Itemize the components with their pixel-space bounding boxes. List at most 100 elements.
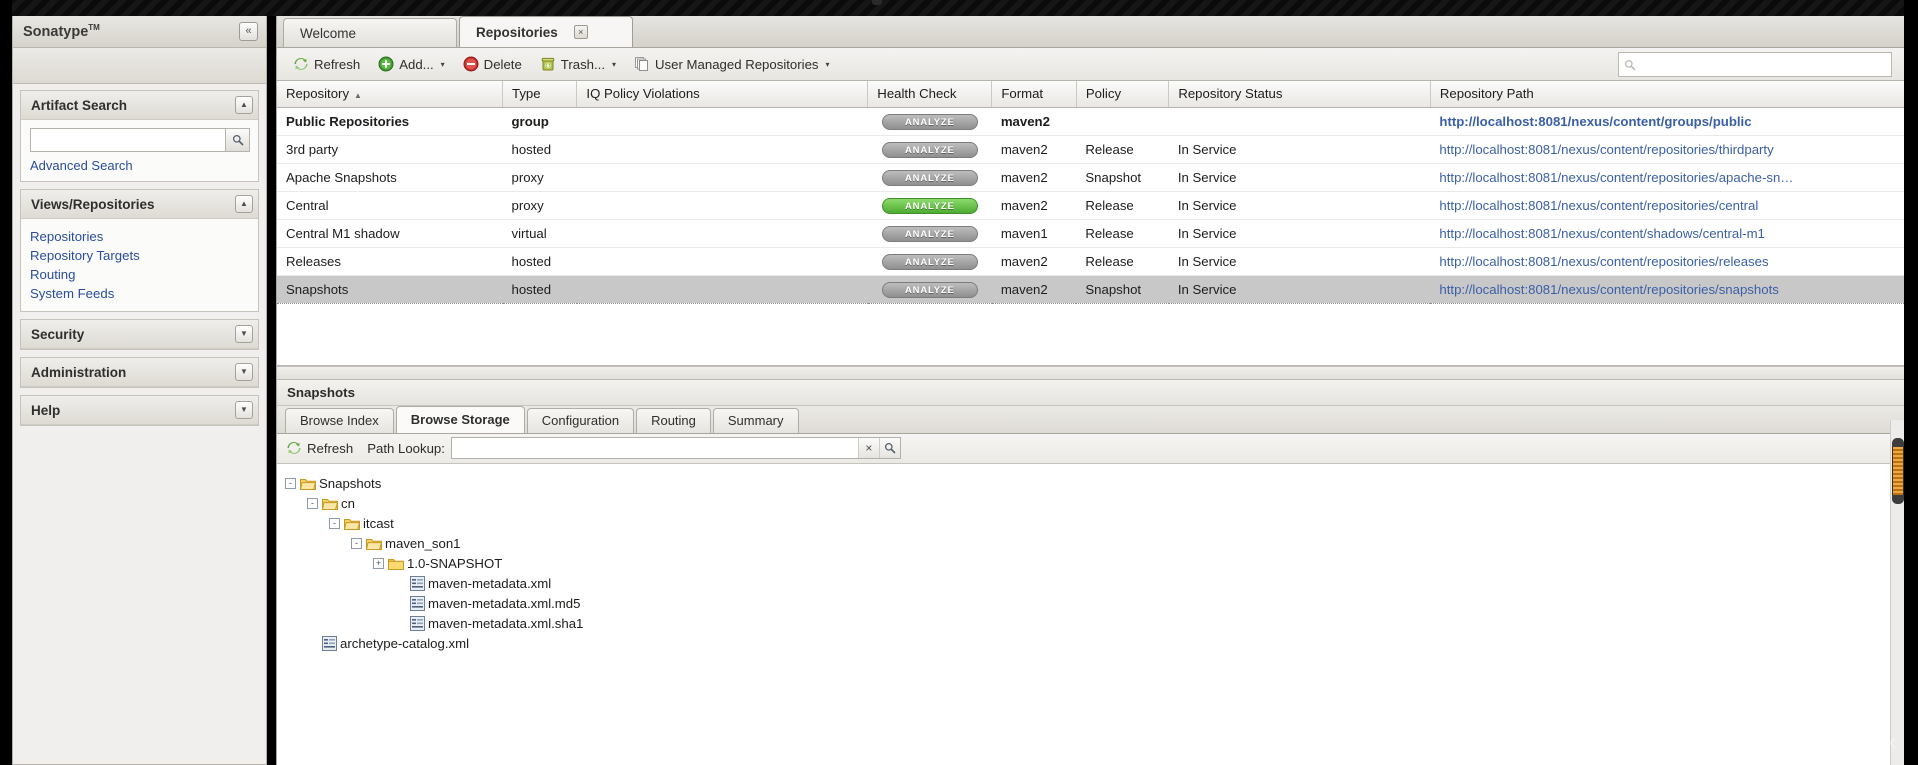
window-chrome-top	[0, 0, 1918, 16]
path-lookup-input[interactable]	[451, 438, 858, 458]
security-header[interactable]: Security ▼	[21, 320, 258, 349]
artifact-search-input[interactable]	[30, 128, 225, 152]
column-header-repository-status[interactable]: Repository Status	[1168, 81, 1431, 108]
repository-path-link[interactable]: http://localhost:8081/nexus/content/repo…	[1439, 282, 1778, 297]
vertical-scrollbar[interactable]	[1890, 420, 1904, 765]
advanced-search-link[interactable]: Advanced Search	[30, 158, 250, 173]
sidebar-item-routing[interactable]: Routing	[30, 265, 250, 284]
delete-button[interactable]: Delete	[455, 52, 530, 76]
views-repositories-header[interactable]: Views/Repositories ▲	[21, 190, 258, 219]
administration-header[interactable]: Administration ▼	[21, 358, 258, 387]
cell-repository-path: http://localhost:8081/nexus/content/repo…	[1430, 163, 1904, 192]
cell-type: hosted	[502, 247, 577, 276]
column-header-policy[interactable]: Policy	[1076, 81, 1170, 108]
table-row[interactable]: Snapshots hosted ANALYZE maven2 Snapshot…	[277, 274, 1904, 304]
close-icon[interactable]: ×	[573, 25, 588, 39]
table-row[interactable]: Central proxy ANALYZE maven2 Release In …	[277, 191, 1904, 220]
chevron-down-icon[interactable]: ▼	[235, 401, 253, 419]
column-header-repository-path[interactable]: Repository Path	[1430, 81, 1904, 108]
path-lookup-field[interactable]: ×	[450, 437, 901, 459]
analyze-button[interactable]: ANALYZE	[881, 113, 978, 130]
tree-node-archetype-catalog-xml[interactable]: archetype-catalog.xml	[285, 634, 1904, 654]
collapse-toggle-icon[interactable]: -	[285, 478, 296, 489]
tab-browse-index[interactable]: Browse Index	[285, 407, 394, 433]
sidebar-item-repository-targets[interactable]: Repository Targets	[30, 246, 250, 265]
user-managed-repositories-button[interactable]: User Managed Repositories ▾	[626, 52, 837, 76]
repositories-toolbar: Refresh Add... ▾ Delete Trash... ▾ User …	[277, 48, 1904, 81]
analyze-button[interactable]: ANALYZE	[881, 141, 978, 158]
tree-node-maven-metadata-xml[interactable]: maven-metadata.xml	[285, 574, 1904, 594]
copy-pages-icon	[635, 57, 649, 71]
collapse-toggle-icon[interactable]: -	[307, 498, 318, 509]
repository-path-link[interactable]: http://localhost:8081/nexus/content/grou…	[1439, 114, 1751, 129]
repository-path-link[interactable]: http://localhost:8081/nexus/content/repo…	[1439, 198, 1758, 213]
chevron-up-icon[interactable]: ▲	[235, 96, 253, 114]
table-row[interactable]: Public Repositories group ANALYZE maven2…	[277, 107, 1904, 136]
table-row[interactable]: Central M1 shadow virtual ANALYZE maven1…	[277, 219, 1904, 248]
panel-splitter[interactable]	[277, 365, 1904, 380]
tree-node-cn[interactable]: - cn	[285, 494, 1904, 514]
artifact-search-button[interactable]	[225, 128, 250, 152]
toolbar-search-box[interactable]	[1618, 52, 1892, 77]
app-window: SonatypeTM « Artifact Search ▲ Advanced …	[0, 0, 1918, 765]
clear-icon[interactable]: ×	[857, 438, 879, 458]
tab-routing[interactable]: Routing	[636, 407, 711, 433]
scrollbar-thumb[interactable]	[1892, 438, 1904, 504]
artifact-search-header[interactable]: Artifact Search ▲	[21, 91, 258, 120]
detail-refresh-button[interactable]: Refresh	[285, 436, 361, 460]
column-header-type[interactable]: Type	[502, 81, 578, 108]
table-row[interactable]: 3rd party hosted ANALYZE maven2 Release …	[277, 135, 1904, 164]
analyze-button[interactable]: ANALYZE	[881, 253, 978, 270]
chevron-down-icon[interactable]: ▼	[235, 325, 253, 343]
analyze-button[interactable]: ANALYZE	[881, 225, 978, 242]
repository-path-link[interactable]: http://localhost:8081/nexus/content/repo…	[1439, 254, 1768, 269]
table-row[interactable]: Apache Snapshots proxy ANALYZE maven2 Sn…	[277, 163, 1904, 192]
analyze-button[interactable]: ANALYZE	[881, 197, 978, 214]
tree-node-1-0-snapshot[interactable]: + 1.0-SNAPSHOT	[285, 554, 1904, 574]
chevron-down-icon[interactable]: ▼	[235, 363, 253, 381]
tab-browse-storage[interactable]: Browse Storage	[395, 405, 525, 433]
sidebar-item-repositories[interactable]: Repositories	[30, 227, 250, 246]
trash-button[interactable]: Trash... ▾	[532, 52, 624, 76]
tree-node-snapshots[interactable]: - Snapshots	[285, 474, 1904, 494]
collapse-toggle-icon[interactable]: -	[351, 538, 362, 549]
repository-path-link[interactable]: http://localhost:8081/nexus/content/shad…	[1439, 226, 1764, 241]
analyze-button[interactable]: ANALYZE	[881, 169, 978, 186]
sidebar-item-system-feeds[interactable]: System Feeds	[30, 284, 250, 303]
sidebar-accordion: Artifact Search ▲ Advanced Search Views/…	[13, 84, 266, 426]
tab-summary[interactable]: Summary	[712, 407, 799, 433]
analyze-button[interactable]: ANALYZE	[881, 281, 978, 298]
tree-node-itcast[interactable]: - itcast	[285, 514, 1904, 534]
collapse-toggle-icon[interactable]: -	[329, 518, 340, 529]
expand-toggle-icon[interactable]: +	[373, 558, 384, 569]
add-button[interactable]: Add... ▾	[370, 52, 452, 76]
cell-repository-status: In Service	[1168, 274, 1431, 304]
refresh-icon	[287, 442, 301, 454]
tab-repositories[interactable]: Repositories ×	[459, 16, 633, 47]
tab-welcome-label: Welcome	[300, 25, 357, 41]
column-header-format[interactable]: Format	[991, 81, 1077, 108]
tree-label: Snapshots	[319, 476, 382, 491]
chevron-up-icon[interactable]: ▲	[235, 195, 253, 213]
cell-repository: Central M1 shadow	[277, 219, 503, 248]
tree-node-maven-son1[interactable]: - maven_son1	[285, 534, 1904, 554]
path-lookup-search-button[interactable]	[878, 438, 900, 458]
help-title: Help	[31, 402, 61, 418]
help-header[interactable]: Help ▼	[21, 396, 258, 425]
tab-configuration[interactable]: Configuration	[526, 407, 635, 433]
tree-node-maven-metadata-xml-md5[interactable]: maven-metadata.xml.md5	[285, 594, 1904, 614]
tree-node-maven-metadata-xml-sha1[interactable]: maven-metadata.xml.sha1	[285, 614, 1904, 634]
collapse-sidebar-icon[interactable]: «	[239, 22, 258, 41]
table-header-row: Repository ▲ Type IQ Policy Violations He…	[277, 81, 1904, 108]
refresh-label: Refresh	[314, 56, 361, 72]
toolbar-search-input[interactable]	[1636, 56, 1891, 73]
column-header-repository[interactable]: Repository ▲	[277, 81, 503, 108]
table-row[interactable]: Releases hosted ANALYZE maven2 Release I…	[277, 247, 1904, 276]
column-header-iq-policy-violations[interactable]: IQ Policy Violations	[576, 81, 869, 108]
repository-path-link[interactable]: http://localhost:8081/nexus/content/repo…	[1439, 170, 1793, 185]
repository-path-link[interactable]: http://localhost:8081/nexus/content/repo…	[1439, 142, 1773, 157]
tab-welcome[interactable]: Welcome	[283, 18, 457, 47]
column-header-health-check[interactable]: Health Check	[867, 81, 993, 108]
cell-policy: Release	[1076, 247, 1169, 276]
refresh-button[interactable]: Refresh	[285, 52, 368, 76]
